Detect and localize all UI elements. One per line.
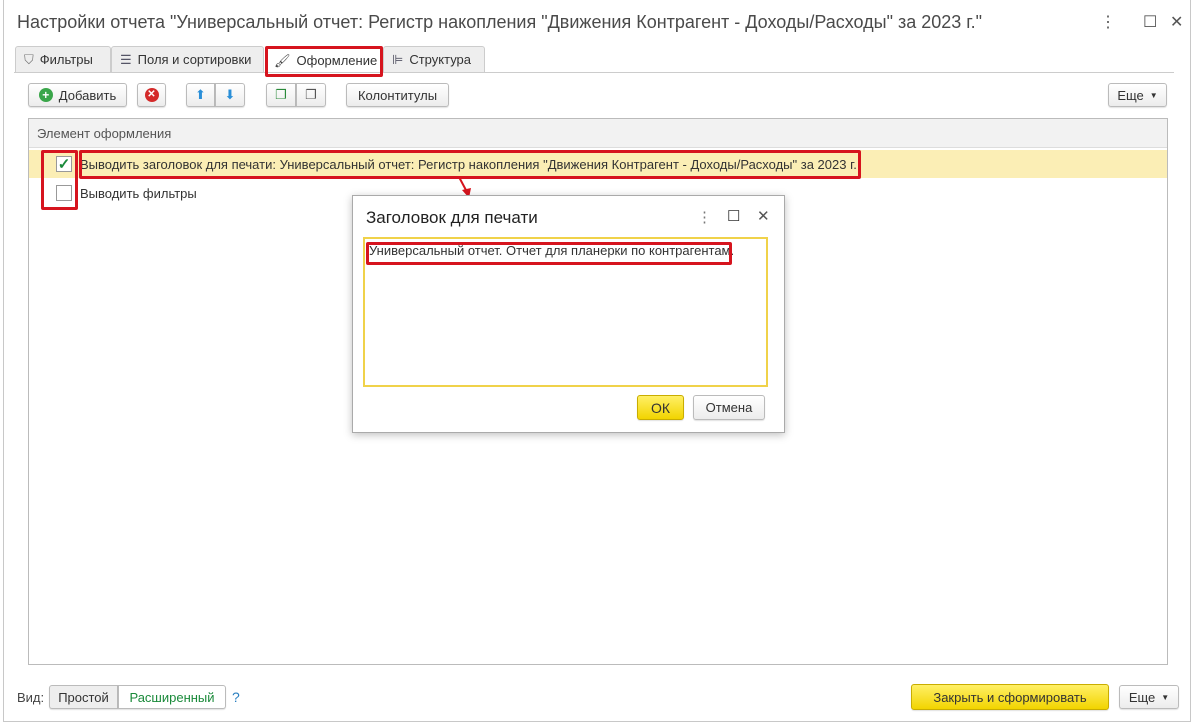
annotation-highlight [41,150,78,210]
more-actions-icon[interactable]: ⋮ [1100,12,1116,32]
extended-label: Расширенный [129,689,215,705]
cancel-button[interactable]: Отмена [693,395,765,420]
more-actions-icon[interactable]: ⋮ [697,208,712,226]
structure-icon: ⊫ [392,52,404,67]
ok-button[interactable]: ОК [637,395,684,420]
add-label: Добавить [58,87,117,103]
more-label: Еще [1128,689,1156,705]
uncheck-all-icon: ❐ [305,87,317,102]
window-title: Настройки отчета "Универсальный отчет: Р… [17,12,983,32]
filter-icon: ⛉ [24,52,34,67]
simple-label: Простой [58,689,109,705]
tab-structure[interactable]: ⊫ Структура [383,46,485,72]
view-simple-button[interactable]: Простой [49,685,118,709]
close-and-generate-label: Закрыть и сформировать [933,689,1087,705]
tab-label: Фильтры [39,52,93,67]
chevron-down-icon: ▼ [1149,90,1158,100]
fields-sort-icon: ☰ [120,52,132,67]
plus-circle-icon: + [38,88,53,102]
print-title-dialog: Заголовок для печати ⋮ ☐ ✕ Универсальный… [352,195,785,433]
view-label: Вид: [17,690,45,705]
tab-fields-sorting[interactable]: ☰ Поля и сортировки [111,46,264,72]
tab-filters[interactable]: ⛉ Фильтры [15,46,111,72]
ok-label: ОК [650,399,671,416]
arrow-up-icon: ⬆ [195,87,206,102]
close-icon[interactable]: ✕ [757,207,770,225]
more-button[interactable]: Еще ▼ [1108,83,1167,107]
more-label: Еще [1117,87,1144,103]
tab-divider [14,72,1174,73]
check-all-button[interactable]: ❐ [266,83,296,107]
move-up-button[interactable]: ⬆ [186,83,215,107]
column-header: Элемент оформления [29,119,1167,148]
headers-footers-button[interactable]: Колонтитулы [346,83,449,107]
annotation-highlight [366,242,732,265]
tab-label: Поля и сортировки [137,52,252,67]
dialog-title: Заголовок для печати [366,208,538,227]
tab-label: Структура [409,52,472,67]
headers-footers-label: Колонтитулы [357,87,438,103]
add-button[interactable]: + Добавить [28,83,127,107]
cancel-label: Отмена [705,400,753,415]
view-extended-button[interactable]: Расширенный [118,685,226,709]
delete-button[interactable]: ✕ [137,83,166,107]
close-and-generate-button[interactable]: Закрыть и сформировать [911,684,1109,710]
arrow-down-icon: ⬇ [224,87,236,102]
delete-icon: ✕ [144,88,159,102]
chevron-down-icon: ▼ [1161,692,1170,702]
uncheck-all-button[interactable]: ❐ [296,83,326,107]
annotation-highlight [265,46,383,77]
check-all-icon: ❐ [275,87,287,102]
move-down-button[interactable]: ⬇ [215,83,245,107]
row-label: Выводить фильтры [80,185,197,201]
maximize-icon[interactable]: ☐ [1143,12,1157,32]
close-icon[interactable]: ✕ [1170,12,1183,32]
maximize-icon[interactable]: ☐ [727,207,740,225]
footer-more-button[interactable]: Еще ▼ [1119,685,1179,709]
help-link[interactable]: ? [232,689,240,705]
